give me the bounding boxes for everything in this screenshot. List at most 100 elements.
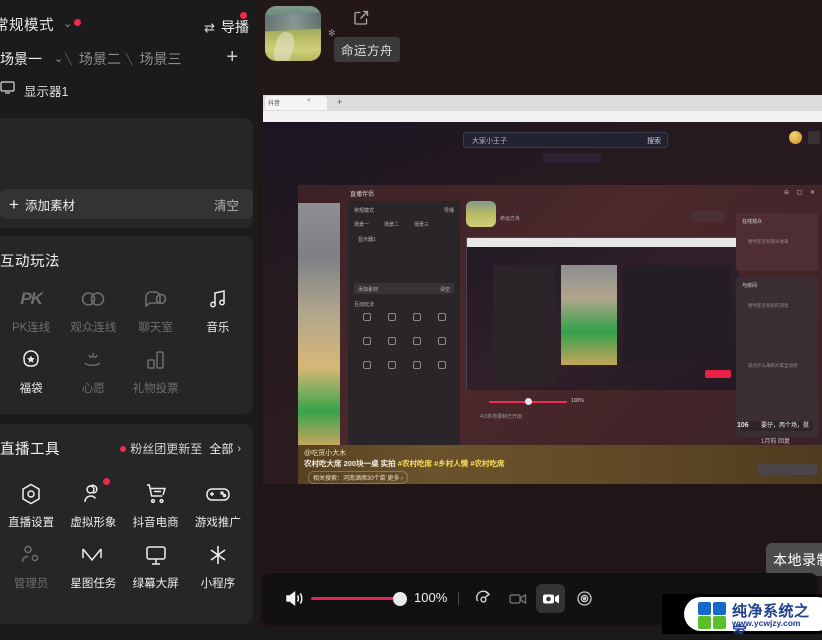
notice-dot xyxy=(120,445,127,452)
scene-tab-1[interactable]: 场景一 xyxy=(0,49,42,69)
tools-title: 直播工具 xyxy=(0,442,60,458)
video-related-search[interactable]: 相关搜索：河南酒席30个菜 更多 › xyxy=(308,471,409,484)
volume-slider-track[interactable] xyxy=(311,597,406,600)
new-tab-button[interactable]: + xyxy=(337,97,342,107)
director-button[interactable]: ⇄ 导播 xyxy=(204,12,249,37)
tool-label-admin: 管理员 xyxy=(13,578,49,590)
site-avatar-secondary[interactable] xyxy=(808,131,820,144)
nested-volume-slider: 100% xyxy=(473,397,593,407)
nested-viewers-empty: 暂时还没有观众进来 xyxy=(748,239,789,244)
chevron-down-icon[interactable]: ⌄ xyxy=(63,18,72,30)
tool-label-star-map: 星图任务 xyxy=(70,578,117,590)
source-item-monitor[interactable]: 显示器1 xyxy=(0,79,258,101)
speaker-icon[interactable] xyxy=(285,590,304,612)
browser-tab-title: 抖音 xyxy=(268,101,281,107)
video-tag-3: #农村吃席 xyxy=(470,459,505,468)
nested-inner-pane-2 xyxy=(561,265,617,365)
add-source-button[interactable]: + 添加素材 清空 xyxy=(0,189,253,219)
local-record-button[interactable] xyxy=(536,584,565,613)
mode-row: 常规模式 ⌄ ⇄ 导播 xyxy=(0,8,258,40)
add-source-label: 添加素材 xyxy=(24,198,75,213)
close-icon[interactable]: × xyxy=(307,98,311,104)
scene-tab-3[interactable]: 场景三 xyxy=(139,49,181,69)
nested-start-live-button xyxy=(705,370,731,378)
nested-icon-grid: · · · · · · · · · · · · xyxy=(354,313,454,376)
tool-item-star-map[interactable]: 星图任务 xyxy=(62,540,124,591)
edit-square-icon[interactable] xyxy=(353,9,370,31)
tool-item-admin[interactable]: 管理员 xyxy=(0,540,62,591)
interactive-label-luckybag: 福袋 xyxy=(19,383,43,395)
bar-chart-icon xyxy=(145,345,167,375)
nested-mode-label: 常规模式 xyxy=(354,208,375,214)
search-input[interactable]: 大家小王子 搜索 xyxy=(463,132,668,148)
notice-link[interactable]: 全部 xyxy=(209,440,233,457)
nested-volume-knob xyxy=(525,398,532,405)
scene-tabs: 场景一 ⌄ ╲ 场景二 ╲ 场景三 + xyxy=(0,44,258,74)
tool-item-miniprogram[interactable]: 小程序 xyxy=(187,540,249,591)
site-sub-button[interactable] xyxy=(543,153,601,163)
nested-chat-empty-2: 说点什么来和大家互动吧 xyxy=(748,363,798,368)
star-bag-icon xyxy=(20,345,42,375)
mode-label[interactable]: 常规模式 xyxy=(0,14,54,35)
nested-screen-pill[interactable] xyxy=(690,211,726,222)
search-value: 大家小王子 xyxy=(472,138,507,145)
site-avatar[interactable] xyxy=(789,131,802,144)
source-name: 显示器1 xyxy=(24,84,69,99)
scene-chevron-down-icon[interactable]: ⌄ xyxy=(54,53,63,65)
nested-inner-pane-3 xyxy=(623,265,731,365)
interactive-label-music: 音乐 xyxy=(206,322,230,334)
nested-volume-value: 100% xyxy=(571,398,584,404)
nested-grid-item: · xyxy=(429,361,454,376)
tool-item-greenscreen[interactable]: 绿幕大屏 xyxy=(125,540,187,591)
nested-thumbnail xyxy=(466,201,496,227)
browser-urlbar[interactable]: douyin.com xyxy=(263,111,822,134)
nested-grid-item: · xyxy=(429,337,454,352)
search-button[interactable]: 搜索 xyxy=(647,136,661,146)
volume-slider-knob[interactable] xyxy=(393,592,407,606)
nested-grid-item: · xyxy=(404,313,429,328)
interactive-item-chatroom[interactable]: 聊天室 xyxy=(125,284,187,335)
avatar-badge-dot xyxy=(103,478,111,485)
beauty-button[interactable] xyxy=(469,584,498,613)
tool-item-ecommerce[interactable]: 抖音电商 xyxy=(125,479,187,530)
game-tag[interactable]: 命运方舟 xyxy=(334,37,401,62)
tool-item-live-settings[interactable]: 直播设置 xyxy=(0,479,62,530)
pk-icon: PK xyxy=(20,289,43,308)
avatar[interactable] xyxy=(265,6,321,61)
interactive-item-wish[interactable]: 心愿 xyxy=(62,345,124,396)
tool-item-game-promo[interactable]: 游戏推广 xyxy=(187,479,249,530)
tool-label-greenscreen: 绿幕大屏 xyxy=(132,578,179,590)
nested-grid-item: · xyxy=(404,337,429,352)
camera-off-button[interactable] xyxy=(503,584,532,613)
scene-tab-2[interactable]: 场景二 xyxy=(79,49,121,69)
nested-scene-1: 场景一 xyxy=(354,222,370,228)
comment-input[interactable] xyxy=(757,464,817,475)
nested-grid-item: · xyxy=(379,361,404,376)
nested-window-controls[interactable]: ⊖ ▢ ✕ xyxy=(784,189,818,196)
watermark-url: www.ycwjzy.com xyxy=(732,618,801,628)
nested-grid-item: · xyxy=(429,313,454,328)
left-sidebar: 常规模式 ⌄ ⇄ 导播 场景一 ⌄ ╲ 场景二 ╲ 场景三 + 显示器1 + 添… xyxy=(0,0,258,640)
preview-canvas[interactable]: 抖音 × + douyin.com 大家小王子 搜索 xyxy=(263,95,822,484)
tooltip-local-record: 本地录制 xyxy=(766,543,822,581)
interactive-item-giftvote[interactable]: 礼物投票 xyxy=(125,345,187,396)
target-record-button[interactable] xyxy=(570,584,599,613)
clear-sources-button[interactable]: 清空 xyxy=(214,195,239,214)
add-scene-button[interactable]: + xyxy=(226,47,238,67)
interactive-item-pk[interactable]: PK PK连线 xyxy=(0,284,62,335)
mode-badge-dot xyxy=(74,19,81,26)
nested-chat-title: 与房间 xyxy=(742,283,758,289)
nested-record-hint: 4.0本地录制已开启 xyxy=(480,414,522,420)
interactive-item-audience[interactable]: 观众连线 xyxy=(62,284,124,335)
gamepad-icon xyxy=(205,479,231,509)
interactive-item-luckybag[interactable]: 福袋 xyxy=(0,345,62,396)
interactive-panel: 互动玩法 PK PK连线 观众连线 聊天室 音乐 福袋 心愿 礼物投票 xyxy=(0,236,253,414)
tool-label-live-settings: 直播设置 xyxy=(8,517,55,529)
nested-inner-pane-1 xyxy=(493,265,555,383)
tools-notice[interactable]: 粉丝团更新至 全部 › xyxy=(120,440,241,457)
video-author: @吃货小大木 xyxy=(304,450,347,457)
toolbar-divider xyxy=(458,592,459,605)
cart-icon xyxy=(144,479,168,509)
interactive-item-music[interactable]: 音乐 xyxy=(187,284,249,335)
tool-item-avatar[interactable]: 虚拟形象 xyxy=(62,478,124,530)
